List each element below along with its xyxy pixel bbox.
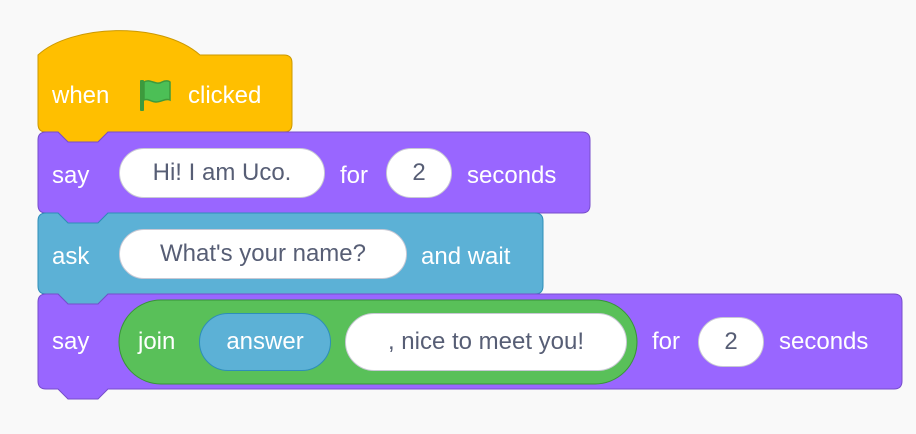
seconds-input[interactable]: 2 <box>698 317 764 367</box>
ask-label: ask <box>52 243 90 270</box>
when-label: when <box>52 82 110 109</box>
green-flag-icon <box>140 80 171 111</box>
for-label: for <box>652 328 681 355</box>
seconds-label: seconds <box>779 328 869 355</box>
join-label: join <box>138 328 176 355</box>
say-label: say <box>52 328 90 355</box>
question-input[interactable]: What's your name? <box>119 229 407 279</box>
clicked-label: clicked <box>188 82 262 109</box>
and-wait-label: and wait <box>421 243 511 270</box>
for-label: for <box>340 162 369 189</box>
seconds-input[interactable]: 2 <box>386 148 452 198</box>
seconds-label: seconds <box>467 162 557 189</box>
join-text-input[interactable]: , nice to meet you! <box>345 313 627 371</box>
answer-reporter[interactable]: answer <box>199 313 331 371</box>
say-label: say <box>52 162 90 189</box>
message-input[interactable]: Hi! I am Uco. <box>119 148 325 198</box>
code-area: when clicked say Hi! I am Uco. for 2 sec… <box>0 0 916 434</box>
